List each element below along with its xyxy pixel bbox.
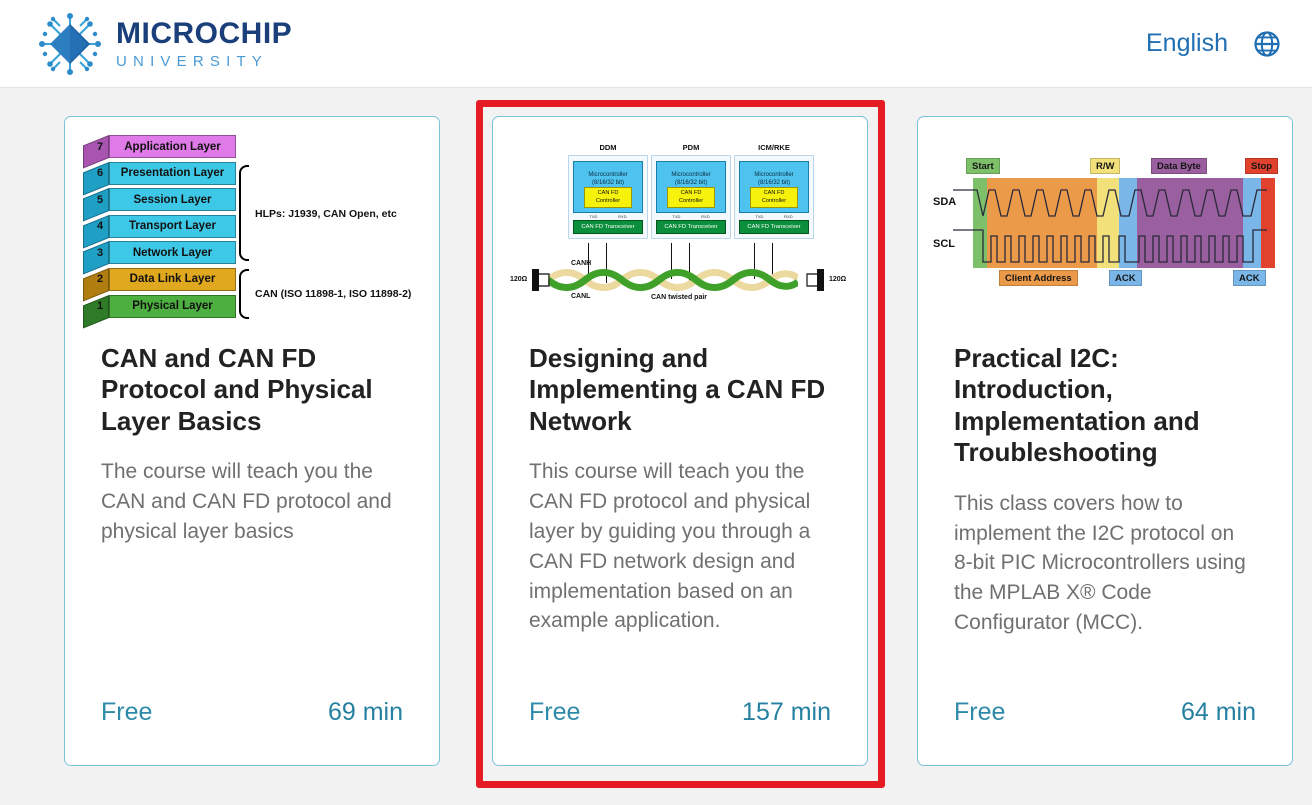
osi-annotation-can: CAN (ISO 11898-1, ISO 11898-2) — [255, 288, 412, 300]
course-title: Practical I2C: Introduction, Implementat… — [954, 343, 1200, 468]
course-description: This course will teach you the CAN FD pr… — [529, 460, 811, 633]
mcu-label: Microcontroller — [754, 172, 794, 178]
can-brace — [239, 269, 249, 319]
course-card-footer: Free 64 min — [918, 679, 1292, 765]
mcu-sublabel: (8/16/32 bit) — [591, 180, 625, 187]
osi-annotation-hlp: HLPs: J1939, CAN Open, etc — [255, 208, 397, 220]
phase-tag-ack-2: ACK — [1233, 270, 1266, 286]
course-title: CAN and CAN FD Protocol and Physical Lay… — [101, 343, 373, 436]
course-duration: 157 min — [742, 697, 831, 726]
can-twisted-pair-bus — [548, 269, 798, 291]
course-price: Free — [101, 697, 153, 726]
course-card-body: Designing and Implementing a CAN FD Netw… — [493, 327, 867, 679]
phase-tag-ack-1: ACK — [1109, 270, 1142, 286]
can-fd-transceiver: CAN FD Transceiver — [656, 220, 726, 234]
osi-layer-number: 3 — [96, 246, 104, 259]
can-node-box: Microcontroller (8/16/32 bit) CAN FD Con… — [568, 155, 648, 239]
can-fd-transceiver: CAN FD Transceiver — [739, 220, 809, 234]
can-fd-transceiver: CAN FD Transceiver — [573, 220, 643, 234]
can-node-box: Microcontroller (8/16/32 bit) CAN FD Con… — [651, 155, 731, 239]
canl-label: CANL — [571, 293, 591, 300]
can-node-mcu: Microcontroller (8/16/32 bit) CAN FD Con… — [656, 161, 726, 213]
course-title: Designing and Implementing a CAN FD Netw… — [529, 343, 826, 436]
can-node-mcu: Microcontroller (8/16/32 bit) CAN FD Con… — [739, 161, 809, 213]
bus-terminator-left — [530, 267, 550, 293]
can-node-name: PDM — [682, 143, 700, 152]
course-card[interactable]: 7 Application Layer 6 Presentation Layer… — [64, 116, 440, 766]
course-card-footer: Free 157 min — [493, 679, 867, 765]
osi-layer-label: Transport Layer — [109, 214, 236, 238]
course-thumbnail-osi: 7 Application Layer 6 Presentation Layer… — [65, 117, 439, 329]
course-duration: 64 min — [1180, 697, 1256, 726]
microchip-diamond-logo-icon — [36, 10, 104, 78]
osi-layer-label: Application Layer — [109, 135, 236, 158]
osi-layer-number: 1 — [96, 300, 104, 313]
course-price: Free — [954, 697, 1006, 726]
osi-layer-label: Session Layer — [109, 188, 236, 212]
brand-tagline: UNIVERSITY — [116, 52, 269, 70]
osi-layer-number: 6 — [96, 167, 104, 180]
i2c-timing-diagram: SDA SCL Start Client Address R/W ACK Dat… — [933, 150, 1279, 300]
brand-name: MICROCHIP — [116, 16, 293, 50]
mcu-sublabel: (8/16/32 bit) — [674, 180, 708, 187]
canh-label: CANH — [571, 260, 592, 267]
terminator-left-label: 120Ω — [510, 276, 528, 283]
course-thumbnail-i2c: SDA SCL Start Client Address R/W ACK Dat… — [918, 117, 1292, 327]
osi-layer-number: 5 — [96, 193, 104, 206]
can-node: DDM Microcontroller (8/16/32 bit) CAN FD… — [568, 143, 648, 239]
course-card-body: Practical I2C: Introduction, Implementat… — [918, 327, 1292, 679]
course-card[interactable]: SDA SCL Start Client Address R/W ACK Dat… — [917, 116, 1293, 766]
mcu-label: Microcontroller — [671, 172, 711, 178]
can-node-mcu: Microcontroller (8/16/32 bit) CAN FD Con… — [573, 161, 643, 213]
sda-label: SDA — [933, 196, 957, 208]
bus-terminator-right — [804, 267, 824, 293]
can-fd-controller: CAN FD Controller — [750, 186, 798, 208]
mcu-label: Microcontroller — [588, 172, 628, 178]
osi-layer-number: 7 — [96, 140, 104, 153]
phase-tag-client-address: Client Address — [999, 270, 1078, 286]
hlp-brace — [239, 165, 249, 261]
brand-wordmark: MICROCHIP UNIVERSITY — [116, 16, 293, 70]
can-node-pins: TXD RXD — [672, 214, 710, 219]
osi-layer-number: 4 — [96, 220, 104, 233]
scl-label: SCL — [933, 238, 955, 250]
course-card-grid: 7 Application Layer 6 Presentation Layer… — [0, 88, 1312, 805]
site-header: MICROCHIP UNIVERSITY English — [0, 0, 1312, 88]
osi-layer-diagram: 7 Application Layer 6 Presentation Layer… — [79, 125, 425, 329]
course-description: The course will teach you the CAN and CA… — [101, 460, 392, 543]
can-node-name: ICM/RKE — [758, 143, 790, 152]
course-card-footer: Free 69 min — [65, 679, 439, 765]
can-fd-controller: CAN FD Controller — [667, 186, 715, 208]
can-node: PDM Microcontroller (8/16/32 bit) CAN FD… — [651, 143, 731, 239]
terminator-right-label: 120Ω — [829, 276, 847, 283]
phase-tag-rw: R/W — [1090, 158, 1121, 174]
course-card[interactable]: DDM Microcontroller (8/16/32 bit) CAN FD… — [492, 116, 868, 766]
osi-layer-label: Physical Layer — [109, 294, 236, 318]
language-label[interactable]: English — [1146, 29, 1228, 58]
mcu-sublabel: (8/16/32 bit) — [757, 180, 791, 187]
osi-layer-label: Network Layer — [109, 241, 236, 265]
can-node-box: Microcontroller (8/16/32 bit) CAN FD Con… — [734, 155, 814, 239]
course-card-body: CAN and CAN FD Protocol and Physical Lay… — [65, 327, 439, 679]
course-description: This class covers how to implement the I… — [954, 491, 1246, 635]
phase-tag-stop: Stop — [1245, 158, 1279, 174]
can-node-pins: TXD RXD — [589, 214, 627, 219]
osi-layer-number: 2 — [96, 273, 104, 286]
osi-layer-label: Data Link Layer — [109, 267, 236, 291]
osi-layer-label: Presentation Layer — [109, 161, 236, 185]
phase-tag-start: Start — [966, 158, 1000, 174]
course-price: Free — [529, 697, 581, 726]
can-fd-network-diagram: DDM Microcontroller (8/16/32 bit) CAN FD… — [510, 135, 850, 315]
can-node-name: DDM — [599, 143, 617, 152]
globe-icon[interactable] — [1254, 30, 1280, 57]
course-thumbnail-can-network: DDM Microcontroller (8/16/32 bit) CAN FD… — [493, 117, 867, 327]
language-selector[interactable]: English — [1146, 29, 1280, 58]
can-fd-controller: CAN FD Controller — [584, 186, 632, 208]
bus-label: CAN twisted pair — [651, 294, 708, 301]
course-duration: 69 min — [327, 697, 403, 726]
phase-tag-data-byte: Data Byte — [1151, 158, 1207, 174]
brand-logo[interactable]: MICROCHIP UNIVERSITY — [36, 10, 292, 78]
can-node: ICM/RKE Microcontroller (8/16/32 bit) CA… — [734, 143, 814, 239]
can-node-pins: TXD RXD — [755, 214, 793, 219]
